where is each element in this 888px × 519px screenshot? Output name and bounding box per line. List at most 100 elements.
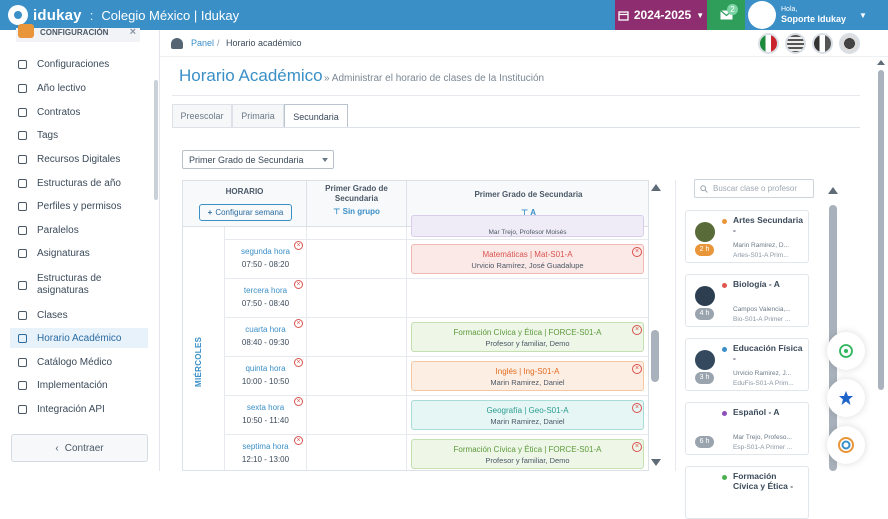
time-cell: segunda hora 07:50 - 08:20 × xyxy=(225,240,307,279)
schedule-scrollbar[interactable] xyxy=(651,180,661,471)
favorites-button[interactable] xyxy=(827,379,865,417)
remove-class-icon[interactable]: × xyxy=(632,364,642,374)
class-card[interactable]: Mar Trejo, Profesor Moisés xyxy=(411,215,644,237)
class-cell[interactable]: Geografía | Geo-S01-A Marin Ramirez, Dani… xyxy=(407,396,648,435)
scrollbar-thumb[interactable] xyxy=(878,70,884,390)
search-input[interactable]: Buscar clase o profesor xyxy=(694,179,814,198)
remove-class-icon[interactable]: × xyxy=(632,247,642,257)
flask-icon xyxy=(18,310,27,320)
class-cell[interactable]: Formación Cívica y Ética | FORCE-S01-A Pr… xyxy=(407,435,648,470)
usa-flag-icon[interactable] xyxy=(785,33,806,54)
world-flag-icon[interactable] xyxy=(839,33,860,54)
group-cell[interactable] xyxy=(307,357,407,396)
messages-button[interactable]: 2 xyxy=(707,0,745,30)
tab-primaria[interactable]: Primaria xyxy=(232,104,284,127)
avatar xyxy=(695,222,715,242)
sidebar-item-estructuras-de-ano[interactable]: Estructuras de año xyxy=(18,173,121,193)
class-list-item[interactable]: 3 h Educación Física - Urvicio Ramirez, J.… xyxy=(685,338,809,391)
app-logo[interactable]: idukay : Colegio México | Idukay xyxy=(8,5,239,25)
header-col-sub: Sin grupo xyxy=(342,207,380,216)
period-time: 10:50 - 11:40 xyxy=(242,416,289,425)
sidebar-item-label: Paralelos xyxy=(37,224,79,236)
class-code: Bio-S01-A Primer ... xyxy=(733,316,791,323)
sidebar-item-label: Contratos xyxy=(37,106,81,118)
remove-class-icon[interactable]: × xyxy=(632,403,642,413)
class-name: Matemáticas | Mat-S01-A xyxy=(482,250,573,259)
class-cell[interactable]: Matemáticas | Mat-S01-A Urvicio Ramírez, … xyxy=(407,240,648,279)
remove-class-icon[interactable]: × xyxy=(632,442,642,452)
class-list-item[interactable]: Formación Cívica y Ética - xyxy=(685,466,809,519)
sidebar-item-contratos[interactable]: Contratos xyxy=(18,102,80,122)
collapse-sidebar-button[interactable]: ‹ Contraer xyxy=(11,434,148,462)
class-card[interactable]: Geografía | Geo-S01-A Marin Ramirez, Dani… xyxy=(411,400,644,430)
sidebar-item-recursos-digitales[interactable]: Recursos Digitales xyxy=(18,149,120,169)
class-card[interactable]: Inglés | Ing-S01-A Marin Ramirez, Daniel × xyxy=(411,361,644,391)
class-cell[interactable] xyxy=(407,279,648,318)
sidebar-item-configuraciones[interactable]: Configuraciones xyxy=(18,54,109,74)
class-list-item[interactable]: 6 h Español - A Mar Trejo, Profeso... Esp-S… xyxy=(685,402,809,455)
sidebar: CONFIGURACIÓN × Configuraciones Año lect… xyxy=(0,24,160,471)
mexico-flag-icon[interactable] xyxy=(758,33,779,54)
group-cell[interactable] xyxy=(307,318,407,357)
class-cell[interactable]: Formación Cívica y Ética | FORCE-S01-A Pr… xyxy=(407,318,648,357)
grade-select[interactable]: Primer Grado de Secundaria xyxy=(182,150,334,169)
remove-period-icon[interactable]: × xyxy=(294,358,303,367)
table-row-partial: Mar Trejo, Profesor Moisés xyxy=(225,215,648,239)
sidebar-item-integracion-api[interactable]: Integración API xyxy=(18,399,105,419)
france-flag-icon[interactable] xyxy=(812,33,833,54)
sidebar-item-catalogo-medico[interactable]: Catálogo Médico xyxy=(18,352,112,372)
scroll-up-icon[interactable] xyxy=(828,187,838,194)
sidebar-section-label: CONFIGURACIÓN xyxy=(40,28,109,37)
assistant-button[interactable] xyxy=(827,426,865,464)
school-year-selector[interactable]: 2024-2025 ▼ xyxy=(615,0,707,30)
group-cell[interactable] xyxy=(307,240,407,279)
user-menu[interactable]: Hola, Soporte Idukay ▼ xyxy=(745,0,888,30)
sidebar-item-implementacion[interactable]: Implementación xyxy=(18,375,108,395)
schedule-grid: HORARIO + Configurar semana Primer Grado… xyxy=(182,180,649,471)
class-list-item[interactable]: 4 h Biología - A Campos Valencia,... Bio-S0… xyxy=(685,274,809,327)
close-icon[interactable]: × xyxy=(130,26,136,38)
sidebar-section-header[interactable]: CONFIGURACIÓN × xyxy=(16,24,140,42)
period-time: 07:50 - 08:40 xyxy=(241,299,290,308)
class-card[interactable]: Formación Cívica y Ética | FORCE-S01-A Pr… xyxy=(411,439,644,469)
configure-week-button[interactable]: + Configurar semana xyxy=(199,204,292,221)
tab-preescolar[interactable]: Preescolar xyxy=(172,104,232,127)
remove-period-icon[interactable]: × xyxy=(294,436,303,445)
header-col-title: Primer Grado de Secundaria xyxy=(325,184,388,203)
remove-period-icon[interactable]: × xyxy=(294,397,303,406)
scrollbar-thumb[interactable] xyxy=(651,330,659,382)
tab-secundaria[interactable]: Secundaria xyxy=(284,104,348,128)
breadcrumb-link-panel[interactable]: Panel xyxy=(191,38,214,48)
header-col-filter[interactable]: ⊤ Sin grupo xyxy=(307,207,406,216)
remove-period-icon[interactable]: × xyxy=(294,241,303,250)
class-card[interactable]: Formación Cívica y Ética | FORCE-S01-A Pr… xyxy=(411,322,644,352)
collapse-label: Contraer xyxy=(64,442,104,454)
remove-class-icon[interactable]: × xyxy=(632,325,642,335)
whatsapp-button[interactable] xyxy=(827,332,865,370)
page-scrollbar[interactable] xyxy=(877,58,885,471)
sidebar-item-label: Estructuras de año xyxy=(37,177,121,189)
sidebar-item-clases[interactable]: Clases xyxy=(18,305,68,325)
class-cell[interactable]: Inglés | Ing-S01-A Marin Ramirez, Daniel × xyxy=(407,357,648,396)
scroll-up-icon[interactable] xyxy=(651,184,661,191)
sidebar-item-horario-academico[interactable]: Horario Académico xyxy=(10,328,148,348)
remove-period-icon[interactable]: × xyxy=(294,319,303,328)
sidebar-item-asignaturas[interactable]: Asignaturas xyxy=(18,243,90,263)
group-cell[interactable] xyxy=(307,279,407,318)
sidebar-item-paralelos[interactable]: Paralelos xyxy=(18,220,79,240)
scroll-up-icon[interactable] xyxy=(877,60,885,65)
class-list-item[interactable]: 2 h Artes Secundaria - Marin Ramirez, D...… xyxy=(685,210,809,263)
scroll-down-icon[interactable] xyxy=(651,459,661,466)
sidebar-item-ano-lectivo[interactable]: Año lectivo xyxy=(18,78,86,98)
class-card[interactable]: Matemáticas | Mat-S01-A Urvicio Ramírez, … xyxy=(411,244,644,274)
sidebar-item-estructuras-de-asignaturas[interactable]: Estructuras de asignaturas xyxy=(18,270,128,300)
group-cell[interactable] xyxy=(307,396,407,435)
sidebar-item-tags[interactable]: Tags xyxy=(18,125,58,145)
sidebar-item-perfiles-y-permisos[interactable]: Perfiles y permisos xyxy=(18,196,121,216)
sidebar-scrollbar[interactable] xyxy=(154,80,158,200)
hours-badge: 3 h xyxy=(695,372,714,384)
color-dot xyxy=(722,347,727,352)
school-year-label: 2024-2025 xyxy=(633,8,692,22)
group-cell[interactable] xyxy=(307,435,407,470)
remove-period-icon[interactable]: × xyxy=(294,280,303,289)
